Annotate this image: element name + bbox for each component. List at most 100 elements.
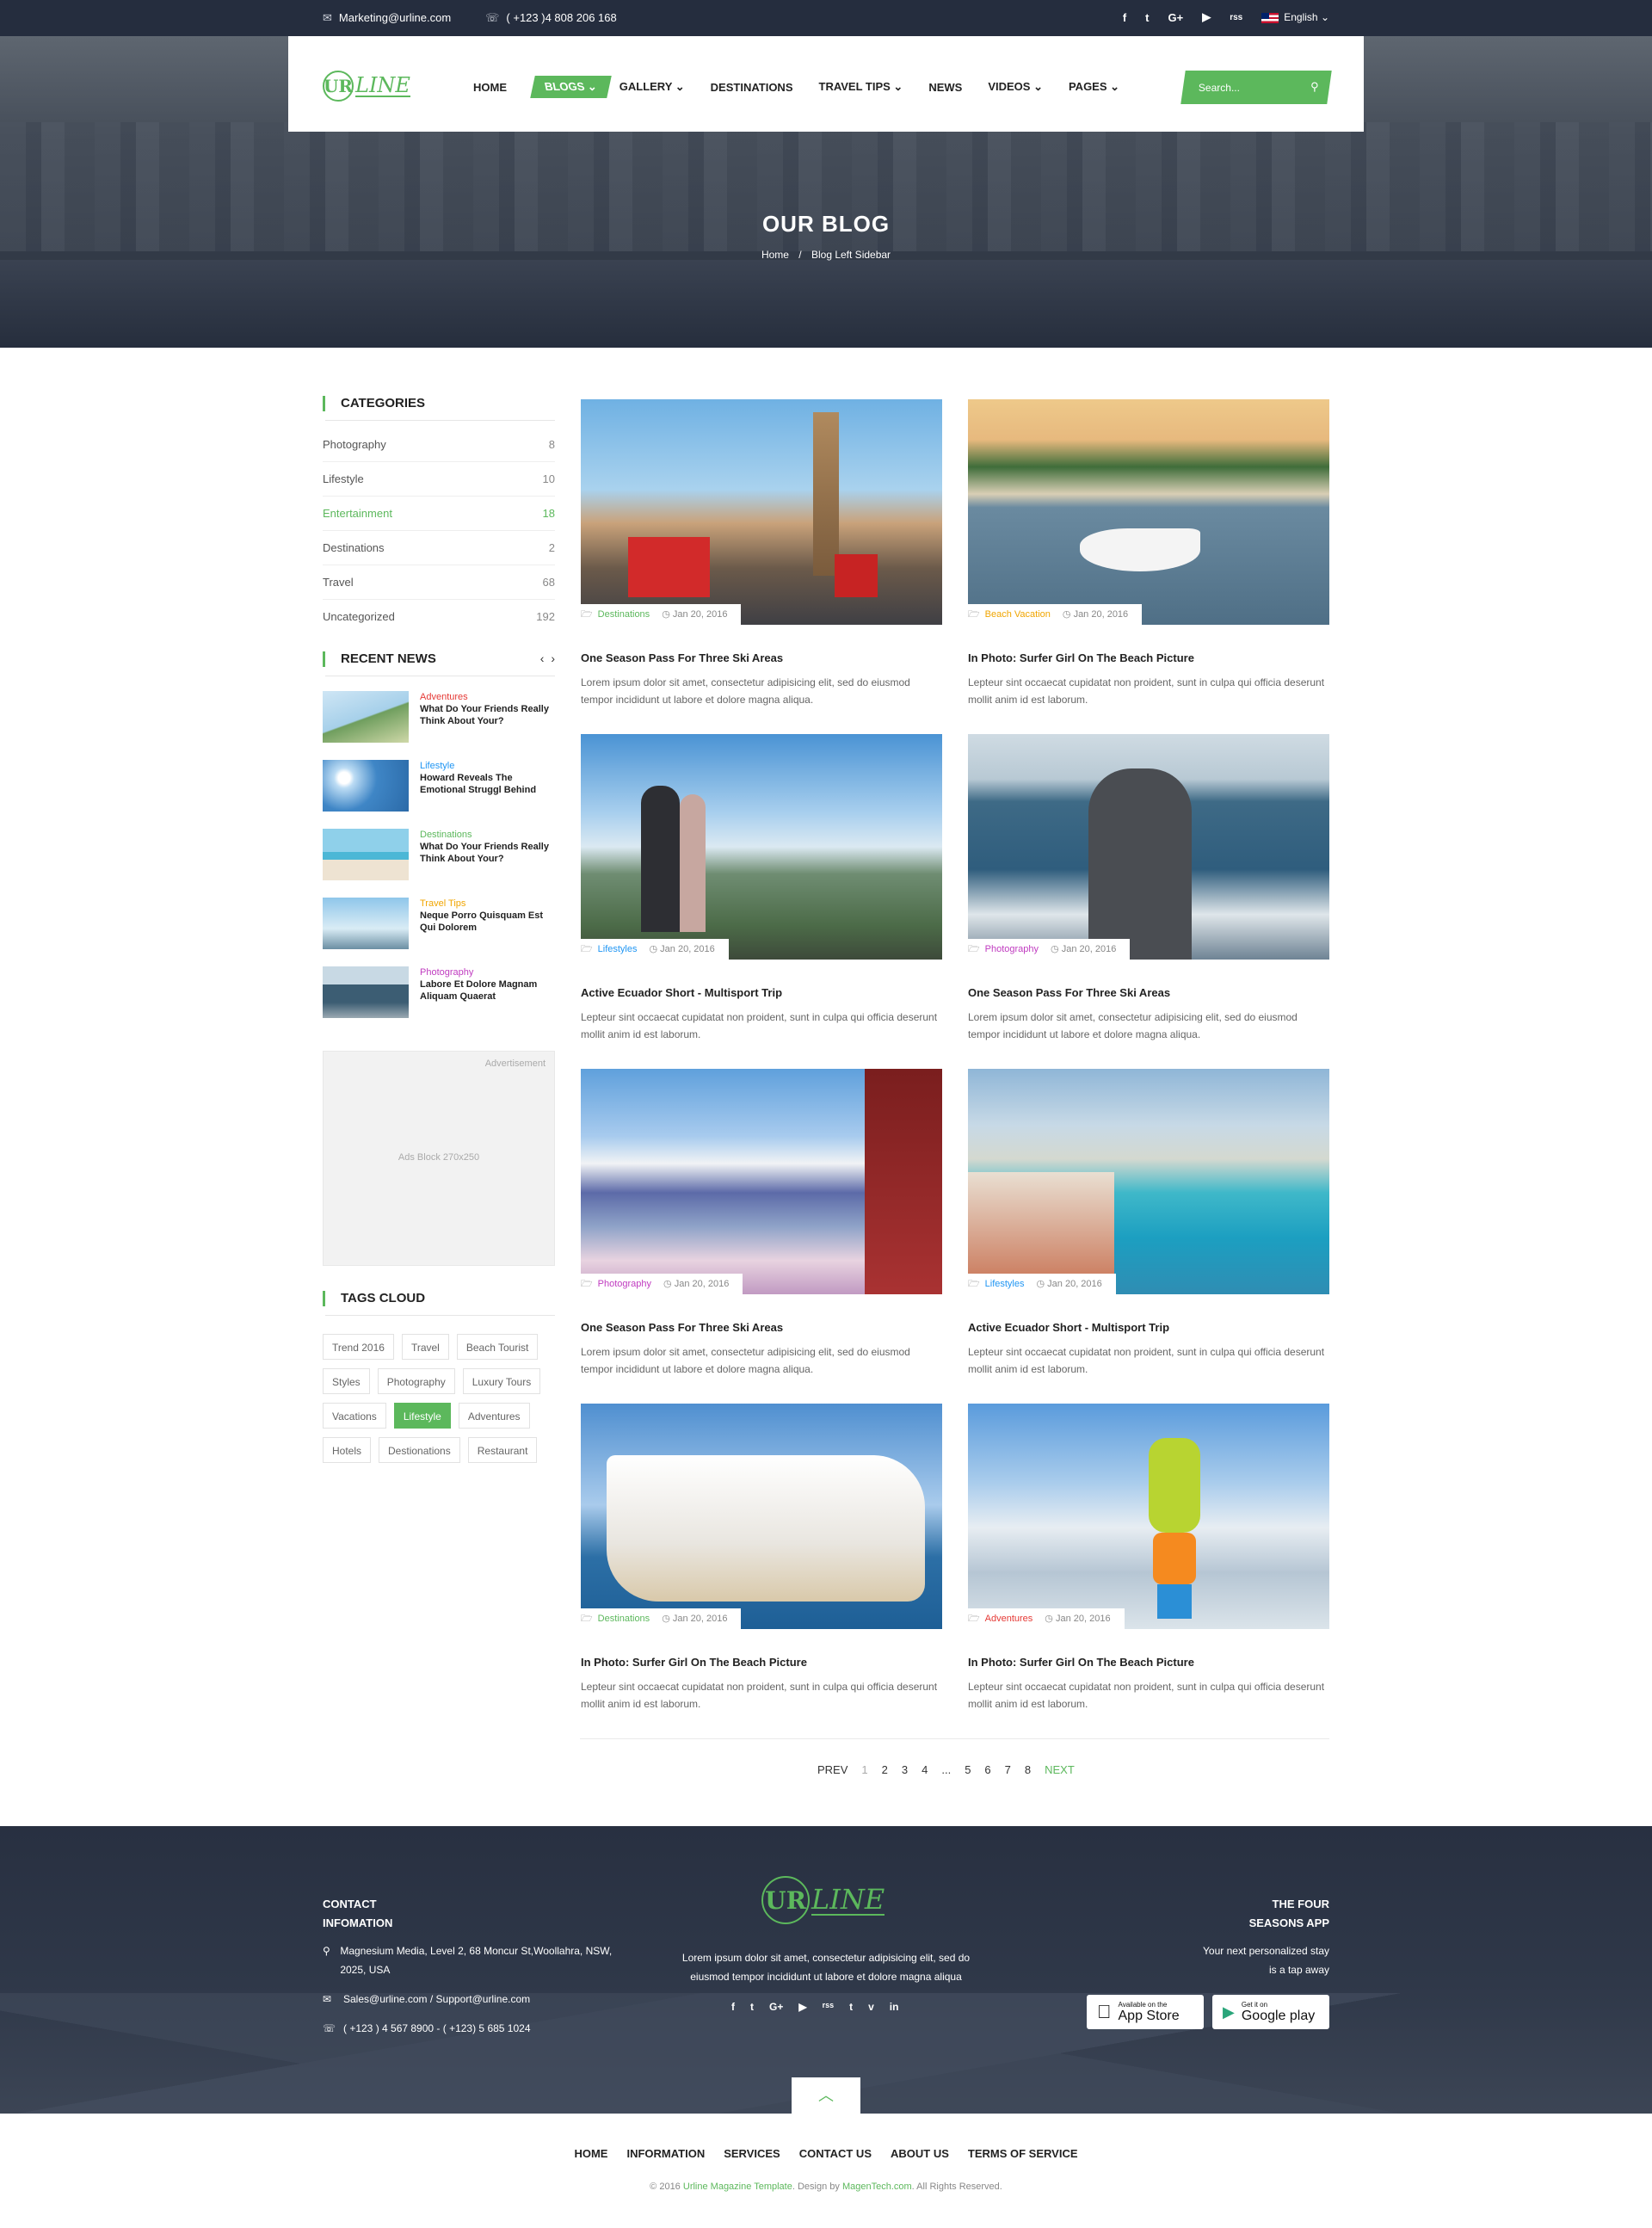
- list-item[interactable]: Lifestyle Howard Reveals The Emotional St…: [323, 760, 555, 829]
- post-image[interactable]: 🗁 Adventures ◷ Jan 20, 2016: [968, 1404, 1329, 1629]
- bottom-nav-information[interactable]: INFORMATION: [626, 2147, 705, 2160]
- rss-icon[interactable]: rss: [823, 2001, 835, 2013]
- menu-travel-tips[interactable]: TRAVEL TIPS ⌄: [819, 80, 903, 94]
- footer-logo[interactable]: UR LINE: [761, 1876, 885, 1924]
- rss-icon[interactable]: rss: [1230, 13, 1242, 22]
- twitter-icon[interactable]: t: [750, 2001, 754, 2013]
- post-excerpt: Lepteur sint occaecat cupidatat non proi…: [968, 1681, 1325, 1710]
- google-plus-icon[interactable]: G+: [1168, 11, 1184, 24]
- list-item[interactable]: Photography Labore Et Dolore Magnam Aliqu…: [323, 966, 555, 1035]
- category-photography[interactable]: Photography 8: [323, 428, 555, 462]
- tag-luxury-tours[interactable]: Luxury Tours: [462, 1368, 541, 1394]
- news-thumbnail[interactable]: [323, 691, 409, 743]
- twitter-icon[interactable]: t: [1145, 11, 1149, 24]
- post-title[interactable]: Active Ecuador Short - Multisport Trip: [968, 1321, 1329, 1334]
- bottom-nav-services[interactable]: SERVICES: [724, 2147, 780, 2160]
- category-travel[interactable]: Travel 68: [323, 565, 555, 600]
- topbar-email[interactable]: ✉ Marketing@urline.com: [323, 11, 451, 25]
- post-image[interactable]: 🗁 Lifestyles ◷ Jan 20, 2016: [581, 734, 942, 960]
- vimeo-icon[interactable]: v: [868, 2001, 874, 2013]
- search-icon[interactable]: ⚲: [1311, 80, 1320, 94]
- post-image[interactable]: 🗁 Lifestyles ◷ Jan 20, 2016: [968, 1069, 1329, 1294]
- youtube-icon[interactable]: ▶: [1202, 10, 1211, 24]
- post-title[interactable]: In Photo: Surfer Girl On The Beach Pictu…: [581, 1656, 942, 1669]
- bottom-nav-about-us[interactable]: ABOUT US: [891, 2147, 949, 2160]
- post-title[interactable]: In Photo: Surfer Girl On The Beach Pictu…: [968, 651, 1329, 664]
- menu-blogs[interactable]: BLOGS ⌄: [530, 76, 612, 98]
- page-1[interactable]: 1: [861, 1763, 867, 1776]
- clock-icon: ◷: [663, 1279, 672, 1289]
- post-title[interactable]: One Season Pass For Three Ski Areas: [968, 986, 1329, 999]
- news-thumbnail[interactable]: [323, 760, 409, 812]
- google-play-button[interactable]: ▶ Get it on Google play: [1212, 1995, 1329, 2029]
- tag-destionations[interactable]: Destionations: [379, 1437, 460, 1463]
- youtube-icon[interactable]: ▶: [798, 2001, 806, 2013]
- chevron-left-icon[interactable]: ‹: [540, 651, 545, 665]
- site-logo[interactable]: UR LINE: [323, 71, 410, 102]
- tag-photography[interactable]: Photography: [377, 1368, 455, 1394]
- page-6[interactable]: 6: [984, 1763, 990, 1776]
- post-image[interactable]: 🗁 Photography ◷ Jan 20, 2016: [968, 734, 1329, 960]
- template-link[interactable]: Urline Magazine Template: [683, 2182, 792, 2192]
- designer-link[interactable]: MagenTech.com: [842, 2182, 912, 2192]
- tumblr-icon[interactable]: t: [849, 2001, 853, 2013]
- post-title[interactable]: In Photo: Surfer Girl On The Beach Pictu…: [968, 1656, 1329, 1669]
- pagination-prev[interactable]: PREV: [817, 1763, 848, 1776]
- post-image[interactable]: 🗁 Photography ◷ Jan 20, 2016: [581, 1069, 942, 1294]
- post-title[interactable]: One Season Pass For Three Ski Areas: [581, 651, 942, 664]
- bottom-nav-contact-us[interactable]: CONTACT US: [799, 2147, 872, 2160]
- news-thumbnail[interactable]: [323, 966, 409, 1018]
- menu-videos[interactable]: VIDEOS ⌄: [988, 80, 1043, 94]
- post-title[interactable]: One Season Pass For Three Ski Areas: [581, 1321, 942, 1334]
- category-uncategorized[interactable]: Uncategorized 192: [323, 600, 555, 634]
- tag-adventures[interactable]: Adventures: [458, 1403, 530, 1429]
- post-image[interactable]: 🗁 Beach Vacation ◷ Jan 20, 2016: [968, 399, 1329, 625]
- google-plus-icon[interactable]: G+: [769, 2001, 783, 2013]
- facebook-icon[interactable]: f: [731, 2001, 735, 2013]
- post-image[interactable]: 🗁 Destinations ◷ Jan 20, 2016: [581, 1404, 942, 1629]
- page-7[interactable]: 7: [1005, 1763, 1011, 1776]
- ad-block[interactable]: Advertisement Ads Block 270x250: [323, 1051, 555, 1266]
- app-store-button[interactable]:  Available on theApp Store: [1087, 1995, 1204, 2029]
- tag-travel[interactable]: Travel: [401, 1334, 449, 1360]
- tag-hotels[interactable]: Hotels: [323, 1437, 372, 1463]
- news-thumbnail[interactable]: [323, 829, 409, 880]
- back-to-top-button[interactable]: ︿: [792, 2077, 860, 2114]
- post-title[interactable]: Active Ecuador Short - Multisport Trip: [581, 986, 942, 999]
- list-item[interactable]: Destinations What Do Your Friends Really …: [323, 829, 555, 898]
- chevron-right-icon[interactable]: ›: [551, 651, 555, 665]
- tag-lifestyle[interactable]: Lifestyle: [393, 1403, 451, 1429]
- bottom-nav-terms[interactable]: TERMS OF SERVICE: [968, 2147, 1078, 2160]
- menu-gallery[interactable]: GALLERY ⌄: [620, 80, 685, 94]
- news-thumbnail[interactable]: [323, 898, 409, 949]
- menu-news[interactable]: NEWS: [928, 81, 962, 94]
- post-image[interactable]: 🗁 Destinations ◷ Jan 20, 2016: [581, 399, 942, 625]
- page-3[interactable]: 3: [902, 1763, 908, 1776]
- tag-styles[interactable]: Styles: [323, 1368, 370, 1394]
- language-selector[interactable]: English ⌄: [1261, 11, 1329, 23]
- tag-beach-tourist[interactable]: Beach Tourist: [456, 1334, 539, 1360]
- tag-restaurant[interactable]: Restaurant: [467, 1437, 538, 1463]
- tag-trend-2016[interactable]: Trend 2016: [323, 1334, 394, 1360]
- page-5[interactable]: 5: [965, 1763, 971, 1776]
- page-2[interactable]: 2: [882, 1763, 888, 1776]
- menu-destinations[interactable]: DESTINATIONS: [711, 81, 793, 94]
- tags-cloud: Trend 2016 Travel Beach Tourist Styles P…: [323, 1334, 564, 1463]
- linkedin-icon[interactable]: in: [890, 2001, 899, 2013]
- breadcrumb-home[interactable]: Home: [761, 249, 789, 261]
- menu-home[interactable]: HOME: [473, 81, 507, 94]
- facebook-icon[interactable]: f: [1123, 11, 1126, 24]
- page-4[interactable]: 4: [922, 1763, 928, 1776]
- list-item[interactable]: Travel Tips Neque Porro Quisquam Est Qui …: [323, 898, 555, 966]
- category-lifestyle[interactable]: Lifestyle 10: [323, 462, 555, 497]
- list-item[interactable]: Adventures What Do Your Friends Really Th…: [323, 691, 555, 760]
- pagination-next[interactable]: NEXT: [1045, 1763, 1075, 1776]
- tag-vacations[interactable]: Vacations: [323, 1403, 386, 1429]
- category-entertainment[interactable]: Entertainment 18: [323, 497, 555, 531]
- breadcrumb: Home / Blog Left Sidebar: [761, 249, 891, 261]
- category-destinations[interactable]: Destinations 2: [323, 531, 555, 565]
- search-input[interactable]: Search... ⚲: [1180, 71, 1332, 104]
- bottom-nav-home[interactable]: HOME: [574, 2147, 607, 2160]
- page-8[interactable]: 8: [1025, 1763, 1031, 1776]
- menu-pages[interactable]: PAGES ⌄: [1069, 80, 1119, 94]
